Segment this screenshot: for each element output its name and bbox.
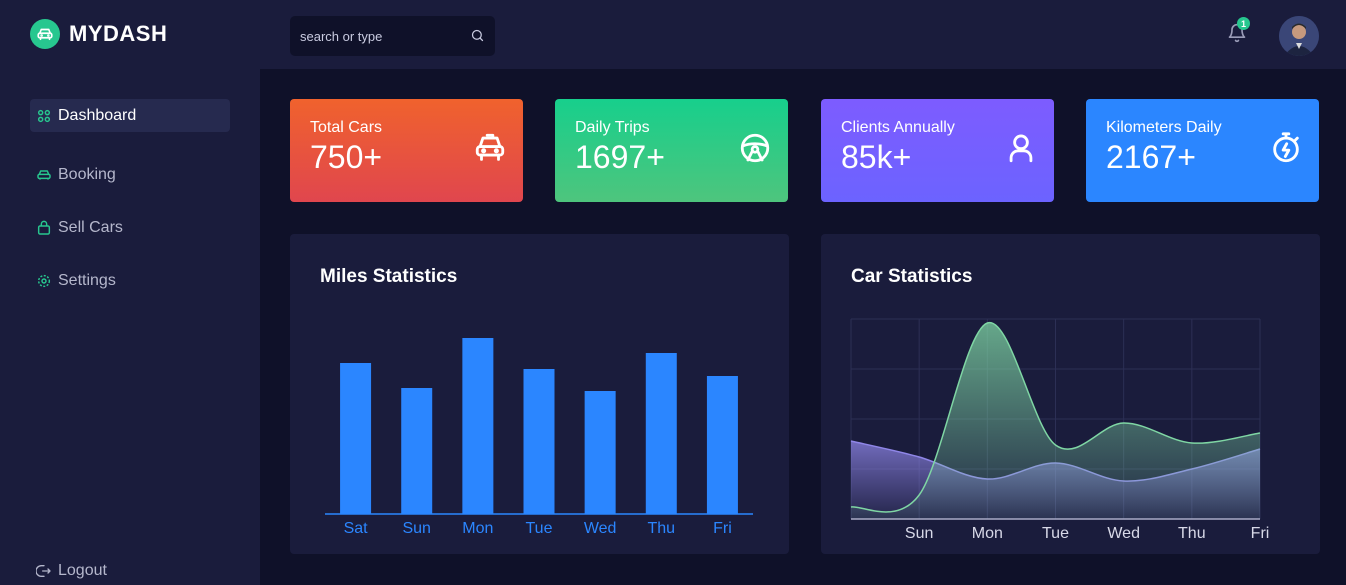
miles-statistics-panel: Miles Statistics Sat Sun Mon Tue Wed Thu Fri [290,234,789,554]
logout-label: Logout [58,561,107,579]
x-tick-label: Sat [344,520,369,537]
stat-card-total-cars[interactable]: Total Cars 750+ [290,99,523,202]
top-bar: MYDASH 1 [0,0,1346,69]
x-tick-label: Tue [1042,525,1069,542]
x-tick-label: Mon [462,520,493,537]
user-icon [1009,134,1033,163]
x-tick-label: Wed [584,520,617,537]
brand-name: MYDASH [69,21,168,46]
logout-icon [36,564,51,577]
bag-icon [37,220,51,235]
sidebar-item-sell-cars[interactable]: Sell Cars [30,211,230,244]
logout-button[interactable]: Logout [30,554,230,585]
bar[interactable] [645,353,677,514]
search-box [290,16,495,56]
user-avatar-icon [1279,16,1319,56]
miles-bar-chart: Sat Sun Mon Tue Wed Thu Fri [325,338,753,537]
sidebar-item-booking[interactable]: Booking [30,158,230,191]
stat-card-clients-annually[interactable]: Clients Annually 85k+ [821,99,1054,202]
sidebar-item-label: Dashboard [58,106,137,124]
sidebar-item-label: Booking [58,165,116,183]
sidebar-item-label: Settings [58,271,116,289]
sidebar-item-label: Sell Cars [58,218,123,236]
brand-logo[interactable]: MYDASH [30,19,167,49]
x-tick-label: Tue [526,520,553,537]
notification-badge: 1 [1237,17,1250,30]
bar[interactable] [462,338,494,514]
gear-icon [37,274,51,287]
notification-button[interactable]: 1 [1227,17,1250,46]
car-statistics-panel: Car Statistics Sun Mon Tue Wed Thu Fri [821,234,1320,554]
taxi-icon [30,19,60,49]
bar[interactable] [706,376,738,514]
avatar[interactable] [1279,16,1319,56]
bar[interactable] [401,388,433,514]
bar[interactable] [340,363,372,514]
stat-card-daily-trips[interactable]: Daily Trips 1697+ [555,99,788,202]
x-tick-label: Sun [402,520,430,537]
sidebar: Dashboard Booking Sell Cars Settings Log… [0,69,260,585]
x-tick-label: Thu [1178,525,1206,542]
x-tick-label: Fri [713,520,732,537]
x-tick-label: Thu [647,520,675,537]
bar[interactable] [523,369,555,514]
steering-wheel-icon [740,133,770,163]
x-tick-label: Mon [972,525,1003,542]
stat-card-kilometers-daily[interactable]: Kilometers Daily 2167+ [1086,99,1319,202]
search-icon[interactable] [470,28,485,43]
search-input[interactable] [290,16,465,56]
x-tick-label: Fri [1251,525,1270,542]
sidebar-item-dashboard[interactable]: Dashboard [30,99,230,132]
x-tick-label: Sun [905,525,933,542]
grid-icon [37,109,51,122]
sidebar-item-settings[interactable]: Settings [30,264,230,297]
car-front-icon [475,133,505,161]
car-area-chart: Sun Mon Tue Wed Thu Fri [850,318,1270,542]
bar[interactable] [584,391,616,514]
stopwatch-icon [1273,132,1299,163]
car-icon [37,169,51,180]
x-tick-label: Wed [1107,525,1140,542]
